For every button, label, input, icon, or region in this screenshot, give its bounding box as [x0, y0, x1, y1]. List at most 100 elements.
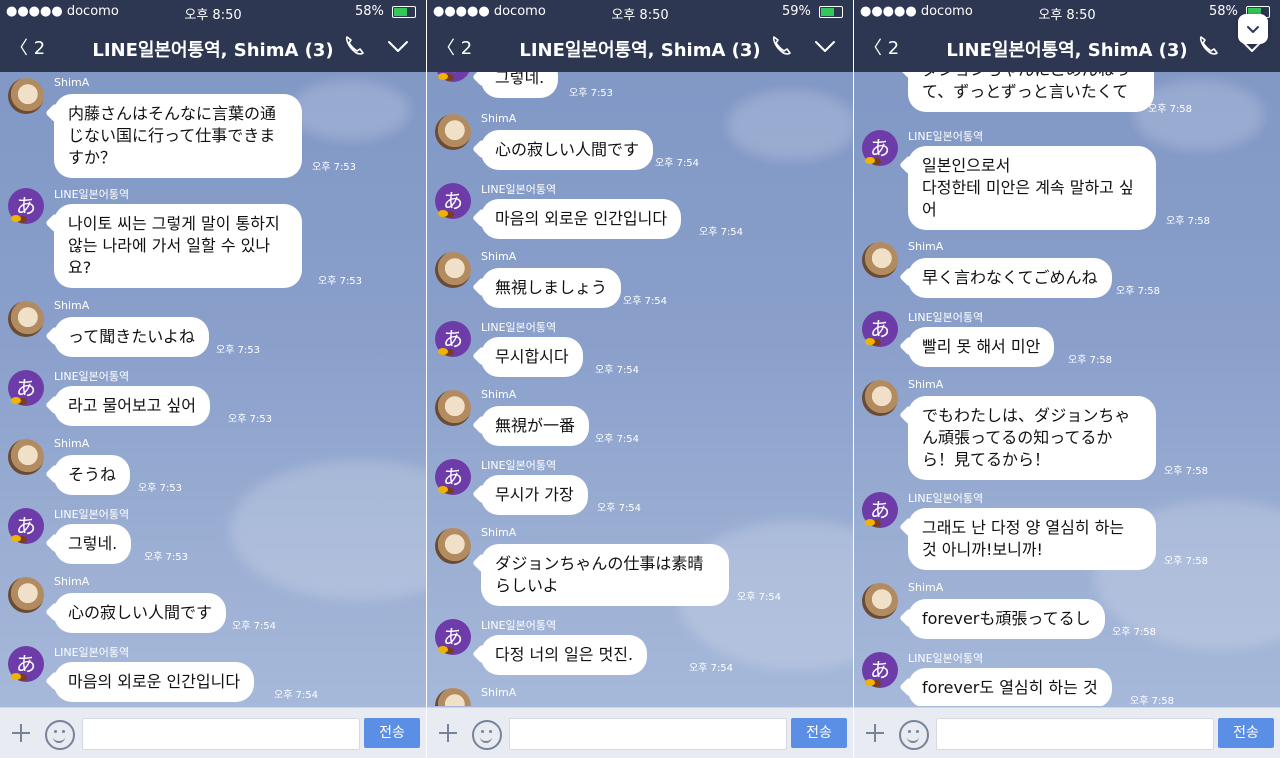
message-time: 오후 7:54 [623, 296, 668, 307]
avatar[interactable]: あ [435, 72, 471, 82]
collapse-button[interactable] [1238, 14, 1268, 44]
top-bar: ●●●●● docomo 오후 8:50 59% 〈 2 LINE일본어통역, … [427, 0, 853, 72]
avatar[interactable] [8, 577, 44, 613]
chevron-down-icon[interactable] [813, 34, 837, 58]
sender-name: ShimA [481, 686, 517, 699]
send-button[interactable]: 전송 [791, 718, 847, 748]
sender-name: LINE일본어통역 [54, 646, 130, 659]
sender-name: ShimA [54, 437, 90, 450]
avatar[interactable] [862, 380, 898, 416]
sender-name: ShimA [908, 378, 944, 391]
message-bubble: ダジョンちゃんの仕事は素晴らしいよ [481, 544, 729, 606]
message-bubble: 라고 물어보고 싶어 [54, 386, 210, 426]
phone-icon[interactable] [1196, 34, 1220, 58]
avatar[interactable]: あ [8, 508, 44, 544]
message-bubble: 心の寂しい人間です [54, 593, 227, 633]
message-time: 오후 7:54 [597, 503, 642, 514]
avatar[interactable] [8, 439, 44, 475]
message-bubble: foreverも頑張ってるし [908, 599, 1105, 639]
message-bubble: 마음의 외로운 인간입니다 [481, 199, 682, 239]
sender-name: LINE일본어통역 [54, 370, 130, 383]
chat-history[interactable]: あ 그렇네. 오후 7:53 ShimA 心の寂しい人間です 오후 7:54 あ… [427, 72, 853, 706]
message-input[interactable] [82, 718, 360, 750]
chat-panel-3: ●●●●● docomo 오후 8:50 58% 〈 2 LINE일본어통역, … [854, 0, 1280, 758]
message-bubble: 그래도 난 다정 양 열심히 하는 것 아니까!보니까! [908, 508, 1156, 570]
message-time: 오후 7:54 [232, 621, 277, 632]
message-time: 오후 7:53 [569, 88, 614, 99]
avatar[interactable]: あ [862, 130, 898, 166]
avatar[interactable] [8, 301, 44, 337]
send-button[interactable]: 전송 [364, 718, 420, 748]
send-button[interactable]: 전송 [1218, 718, 1274, 748]
chat-history[interactable]: ShimA 内藤さんはそんなに言葉の通じない国に行って仕事できますか？ 오후 7… [0, 72, 426, 706]
message-input[interactable] [509, 718, 787, 750]
message-input-bar: 전송 [427, 707, 853, 758]
message-bubble: 그렇네. [481, 72, 559, 98]
sender-name: LINE일본어통역 [908, 652, 984, 665]
message-time: 오후 7:54 [737, 592, 782, 603]
message-time: 오후 7:58 [1116, 286, 1161, 297]
avatar[interactable]: あ [435, 619, 471, 655]
avatar[interactable] [435, 688, 471, 706]
plus-icon[interactable] [437, 722, 459, 744]
sender-name: LINE일본어통역 [481, 321, 557, 334]
message-input[interactable] [936, 718, 1214, 750]
chevron-down-icon[interactable] [386, 34, 410, 58]
phone-icon[interactable] [342, 34, 366, 58]
sender-name: LINE일본어통역 [481, 459, 557, 472]
message-input-bar: 전송 [854, 707, 1280, 758]
chevron-down-icon [1247, 26, 1259, 33]
sender-name: ShimA [481, 526, 517, 539]
message-time: 오후 7:54 [655, 158, 700, 169]
message-time: 오후 7:53 [144, 552, 189, 563]
avatar[interactable]: あ [435, 321, 471, 357]
sender-name: ShimA [481, 250, 517, 263]
message-bubble: 나이토 씨는 그렇게 말이 통하지 않는 나라에 가서 일할 수 있나요? [54, 204, 302, 288]
message-bubble: 무시합시다 [481, 337, 583, 377]
sender-name: LINE일본어통역 [54, 188, 130, 201]
avatar[interactable] [862, 242, 898, 278]
plus-icon[interactable] [10, 722, 32, 744]
avatar[interactable]: あ [8, 646, 44, 682]
avatar[interactable]: あ [435, 459, 471, 495]
emoji-icon[interactable] [472, 720, 502, 750]
message-time: 오후 7:58 [1130, 696, 1175, 706]
message-bubble: 무시가 가장 [481, 475, 588, 515]
message-time: 오후 7:58 [1068, 355, 1113, 366]
sender-name: ShimA [481, 388, 517, 401]
avatar[interactable] [8, 78, 44, 114]
nav-bar: 〈 2 LINE일본어통역, ShimA (3) [0, 26, 426, 70]
message-bubble: 그렇네. [54, 524, 132, 564]
emoji-icon[interactable] [45, 720, 75, 750]
message-time: 오후 7:53 [138, 483, 183, 494]
message-time: 오후 7:54 [595, 434, 640, 445]
emoji-icon[interactable] [899, 720, 929, 750]
message-time: 오후 7:58 [1166, 216, 1211, 227]
avatar[interactable] [862, 583, 898, 619]
message-input-bar: 전송 [0, 707, 426, 758]
sender-name: ShimA [54, 575, 90, 588]
avatar[interactable]: あ [862, 311, 898, 347]
message-time: 오후 7:54 [689, 663, 734, 674]
message-time: 오후 7:53 [216, 345, 261, 356]
sender-name: LINE일본어통역 [481, 183, 557, 196]
phone-icon[interactable] [769, 34, 793, 58]
avatar[interactable] [435, 390, 471, 426]
plus-icon[interactable] [864, 722, 886, 744]
nav-bar: 〈 2 LINE일본어통역, ShimA (3) [427, 26, 853, 70]
avatar[interactable] [435, 252, 471, 288]
avatar[interactable]: あ [8, 370, 44, 406]
avatar[interactable]: あ [8, 188, 44, 224]
avatar[interactable] [435, 114, 471, 150]
battery-percent: 59% [781, 4, 811, 19]
message-bubble: 内藤さんはそんなに言葉の通じない国に行って仕事できますか？ [54, 94, 302, 178]
message-time: 오후 7:53 [312, 162, 357, 173]
avatar[interactable]: あ [862, 652, 898, 688]
avatar[interactable] [435, 528, 471, 564]
message-time: 오후 7:58 [1164, 466, 1209, 477]
chat-history[interactable]: ダジョンちゃんにごめんねって、ずっとずっと言いたくて 오후 7:58 あ LIN… [854, 72, 1280, 706]
avatar[interactable]: あ [435, 183, 471, 219]
sender-name: LINE일본어통역 [54, 508, 130, 521]
avatar[interactable]: あ [862, 492, 898, 528]
message-bubble: 일본인으로서 다정한테 미안은 계속 말하고 싶어 [908, 146, 1156, 230]
